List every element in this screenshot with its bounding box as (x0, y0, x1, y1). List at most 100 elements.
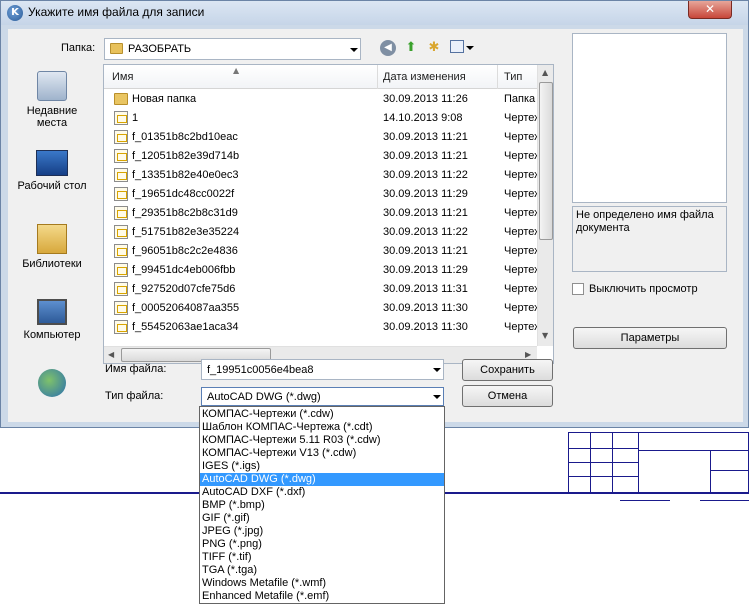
place-label: Библиотеки (22, 258, 82, 270)
preview-panel (572, 33, 727, 203)
file-date-cell: 30.09.2013 11:21 (383, 245, 468, 257)
file-name-cell: Новая папка (132, 93, 197, 105)
chevron-down-icon[interactable] (433, 395, 441, 399)
column-divider[interactable] (497, 65, 498, 89)
vertical-scrollbar[interactable]: ▲ ▼ (537, 65, 553, 346)
sort-up-icon: ▲ (233, 66, 240, 75)
table-row[interactable]: f_29351b8c2b8c31d9 30.09.2013 11:21 Чертеж (104, 204, 537, 223)
filetype-option[interactable]: GIF (*.gif) (200, 512, 444, 525)
table-row[interactable]: f_00052064087aa355 30.09.2013 11:30 Чертеж (104, 299, 537, 318)
file-date-cell: 30.09.2013 11:31 (383, 283, 468, 295)
disable-preview-label[interactable]: Выключить просмотр (589, 283, 698, 295)
scroll-right-icon[interactable]: ▶ (525, 350, 531, 359)
table-row[interactable]: f_19651dc48cc0022f 30.09.2013 11:29 Чертеж (104, 185, 537, 204)
place-libraries[interactable]: Библиотеки (8, 224, 96, 270)
filetype-option[interactable]: TGA (*.tga) (200, 564, 444, 577)
drawing-file-icon (114, 263, 128, 277)
file-type-cell: Папка (504, 93, 536, 105)
column-divider[interactable] (377, 65, 378, 89)
place-recent[interactable]: Недавние места (8, 71, 96, 129)
table-row[interactable]: f_01351b8c2bd10eac 30.09.2013 11:21 Чертеж (104, 128, 537, 147)
chevron-down-icon[interactable] (433, 368, 441, 372)
scroll-up-icon[interactable]: ▲ (542, 68, 548, 77)
drawing-file-icon (114, 187, 128, 201)
close-button[interactable]: ✕ (688, 1, 732, 19)
file-type-cell: Чертеж (504, 321, 537, 333)
filename-label: Имя файла: (105, 363, 167, 375)
list-header: Имя ▲ Дата изменения Тип (104, 65, 537, 89)
file-type-cell: Чертеж (504, 264, 537, 276)
new-folder-icon[interactable]: ✱ (426, 40, 442, 56)
save-file-dialog: K Укажите имя файла для записи ✕ Папка: … (0, 0, 749, 428)
filetype-dropdown-list[interactable]: КОМПАС-Чертежи (*.cdw) Шаблон КОМПАС-Черт… (199, 406, 445, 604)
file-date-cell: 30.09.2013 11:22 (383, 226, 468, 238)
filetype-option[interactable]: IGES (*.igs) (200, 460, 444, 473)
disable-preview-checkbox[interactable] (572, 283, 584, 295)
filename-input[interactable]: f_19951c0056e4bea8 (207, 364, 313, 376)
dialog-body: Папка: РАЗОБРАТЬ ◀ ⬆ ✱ Недавние места Ра… (8, 29, 743, 422)
filetype-option[interactable]: Шаблон КОМПАС-Чертежа (*.cdt) (200, 421, 444, 434)
folder-select[interactable]: РАЗОБРАТЬ (104, 38, 361, 60)
file-date-cell: 30.09.2013 11:26 (383, 93, 468, 105)
parameters-button[interactable]: Параметры (573, 327, 727, 349)
filetype-option[interactable]: JPEG (*.jpg) (200, 525, 444, 538)
file-name-cell: f_13351b82e40e0ec3 (132, 169, 239, 181)
scroll-down-icon[interactable]: ▼ (542, 331, 548, 340)
table-row[interactable]: f_55452063ae1aca34 30.09.2013 11:30 Чертеж (104, 318, 537, 337)
title-bar[interactable]: K Укажите имя файла для записи ✕ (1, 1, 748, 25)
table-row[interactable]: f_99451dc4eb006fbb 30.09.2013 11:29 Чертеж (104, 261, 537, 280)
column-header-name[interactable]: Имя (112, 71, 133, 83)
table-row[interactable]: f_12051b82e39d714b 30.09.2013 11:21 Чертеж (104, 147, 537, 166)
up-folder-icon[interactable]: ⬆ (403, 40, 419, 56)
table-row[interactable]: Новая папка 30.09.2013 11:26 Папка (104, 90, 537, 109)
filetype-select[interactable]: AutoCAD DWG (*.dwg) (201, 387, 444, 406)
filetype-option[interactable]: TIFF (*.tif) (200, 551, 444, 564)
place-label: места (36, 117, 68, 129)
title-block-line (710, 450, 711, 494)
title-block (568, 432, 749, 494)
file-date-cell: 30.09.2013 11:22 (383, 169, 468, 181)
chevron-down-icon (466, 46, 474, 50)
filename-combo[interactable]: f_19951c0056e4bea8 (201, 359, 444, 380)
filetype-option[interactable]: PNG (*.png) (200, 538, 444, 551)
filetype-label: Тип файла: (105, 390, 164, 402)
place-label: Рабочий стол (17, 180, 87, 192)
cancel-button[interactable]: Отмена (462, 385, 553, 407)
filetype-option[interactable]: КОМПАС-Чертежи V13 (*.cdw) (200, 447, 444, 460)
filetype-option[interactable]: AutoCAD DWG (*.dwg) (200, 473, 444, 486)
vertical-scroll-thumb[interactable] (539, 82, 553, 240)
filetype-option[interactable]: BMP (*.bmp) (200, 499, 444, 512)
table-row[interactable]: f_51751b82e3e35224 30.09.2013 11:22 Чертеж (104, 223, 537, 242)
filetype-option[interactable]: КОМПАС-Чертежи 5.11 R03 (*.cdw) (200, 434, 444, 447)
filetype-option[interactable]: Enhanced Metafile (*.emf) (200, 590, 444, 603)
libraries-icon (37, 224, 67, 254)
filetype-option[interactable]: AutoCAD DXF (*.dxf) (200, 486, 444, 499)
table-row[interactable]: f_927520d07cfe75d6 30.09.2013 11:31 Чертеж (104, 280, 537, 299)
file-type-cell: Чертеж (504, 207, 537, 219)
table-row[interactable]: f_13351b82e40e0ec3 30.09.2013 11:22 Чертеж (104, 166, 537, 185)
folder-name: РАЗОБРАТЬ (128, 43, 192, 55)
view-menu-icon[interactable] (450, 40, 464, 53)
scroll-left-icon[interactable]: ◀ (108, 350, 114, 359)
place-computer[interactable]: Компьютер (8, 299, 96, 341)
save-button[interactable]: Сохранить (462, 359, 553, 381)
file-list[interactable]: Имя ▲ Дата изменения Тип Новая папка 30.0… (103, 64, 554, 364)
filetype-value: AutoCAD DWG (*.dwg) (207, 391, 321, 403)
folder-label: Папка: (61, 42, 96, 54)
title-block-line (568, 448, 638, 449)
filetype-option[interactable]: Windows Metafile (*.wmf) (200, 577, 444, 590)
file-name-cell: f_51751b82e3e35224 (132, 226, 240, 238)
column-header-type[interactable]: Тип (504, 71, 522, 83)
table-row[interactable]: f_96051b8c2c2e4836 30.09.2013 11:21 Чертеж (104, 242, 537, 261)
preview-info: Не определено имя файла документа (572, 206, 727, 272)
column-header-date[interactable]: Дата изменения (383, 71, 466, 83)
filetype-option[interactable]: КОМПАС-Чертежи (*.cdw) (200, 408, 444, 421)
title-block-line (590, 432, 591, 494)
file-type-cell: Чертеж (504, 188, 537, 200)
back-icon[interactable]: ◀ (380, 40, 396, 56)
place-network[interactable] (8, 369, 96, 401)
place-desktop[interactable]: Рабочий стол (8, 150, 96, 192)
table-row[interactable]: 1 14.10.2013 9:08 Чертеж (104, 109, 537, 128)
file-name-cell: f_99451dc4eb006fbb (132, 264, 236, 276)
chevron-down-icon (350, 48, 358, 52)
